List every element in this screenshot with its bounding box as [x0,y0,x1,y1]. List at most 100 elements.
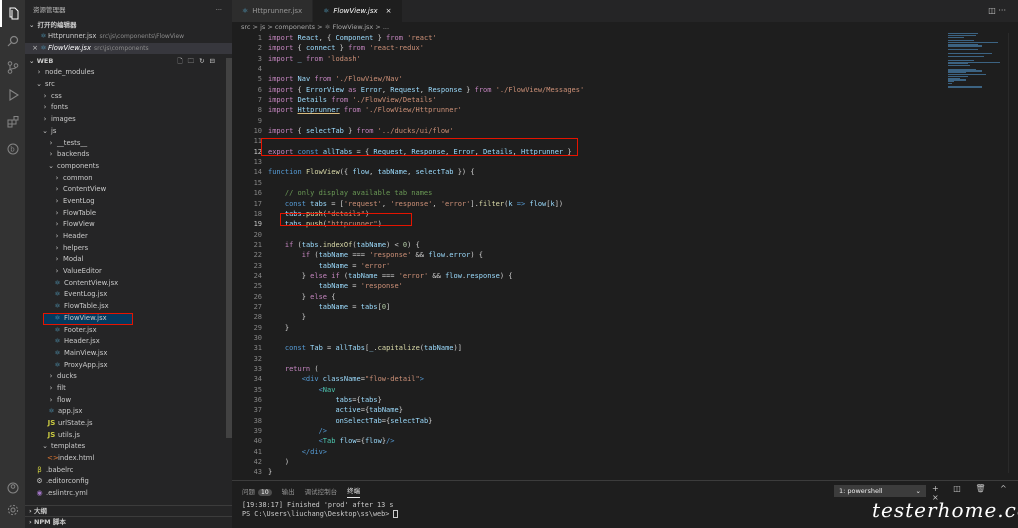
tree-file[interactable]: ◉ .eslintrc.yml [25,488,232,500]
open-editor-item[interactable]: ⚛ Httprunner.jsx src\js\components\FlowV… [25,31,232,43]
tab-terminal[interactable]: 终端 [347,485,361,498]
tree-folder[interactable]: › images [25,114,232,126]
minimap[interactable] [948,33,1004,88]
code-line[interactable]: 36 tabs={tabs} [232,395,932,405]
workspace-header[interactable]: ⌄ WEB 🗋🗀↻⊟ [25,56,232,67]
code-line[interactable]: 27 tabName = tabs[0] [232,302,932,312]
split-editor-icon[interactable]: ◫ ··· [988,0,1018,22]
code-editor[interactable]: 1 import React, { Component } from 'react… [232,33,932,498]
tree-folder[interactable]: ⌄ js [25,126,232,138]
code-line[interactable]: 43} [232,467,932,477]
code-line[interactable]: 35 <Nav [232,385,932,395]
workspace-actions[interactable]: 🗋🗀↻⊟ [177,56,220,67]
tab-debug-console[interactable]: 调试控制台 [305,486,338,496]
tree-folder[interactable]: › FlowView [25,219,232,231]
tree-folder[interactable]: › common [25,173,232,185]
tree-folder[interactable]: ⌄ templates [25,441,232,453]
code-line[interactable]: 1 import React, { Component } from 'react… [232,33,932,43]
code-line[interactable]: 14 function FlowView({ flow, tabName, sel… [232,167,932,177]
open-editor-item-active[interactable]: × ⚛ FlowView.jsx src\js\components [25,42,232,55]
code-line[interactable]: 21 if (tabs.indexOf(tabName) < 0) { [232,240,932,250]
tab-httprunner[interactable]: ⚛ Httprunner.jsx [232,0,314,22]
tree-file[interactable]: JS urlState.js [25,418,232,430]
tree-folder[interactable]: ⌄ src [25,79,232,91]
code-line[interactable]: 15 [232,178,932,188]
code-line[interactable]: 10 import { selectTab } from '../ducks/ui… [232,126,932,136]
code-line[interactable]: 28 } [232,312,932,322]
tree-file[interactable]: ⚛ app.jsx [25,406,232,418]
settings-gear-icon[interactable] [0,500,25,520]
code-line[interactable]: 40 <Tab flow={flow}/> [232,436,932,446]
outline-header[interactable]: › 大纲 [25,505,232,516]
code-line[interactable]: 26 } else { [232,292,932,302]
editor-scrollbar[interactable] [1008,33,1018,473]
code-line[interactable]: 33 return ( [232,364,932,374]
code-line[interactable]: 2 import { connect } from 'react-redux' [232,43,932,53]
code-line[interactable]: 8 import Httprunner from './FlowView/Http… [232,105,932,115]
tree-folder[interactable]: › ValueEditor [25,266,232,278]
tree-folder[interactable]: › fonts [25,102,232,114]
tree-file[interactable]: ⚛ Header.jsx [25,336,232,348]
tree-file[interactable]: β .babelrc [25,465,232,477]
code-line[interactable]: 7 import Details from './FlowView/Details… [232,95,932,105]
code-line[interactable]: 22 if (tabName === 'response' && flow.er… [232,250,932,260]
source-control-icon[interactable] [0,54,25,81]
tree-folder[interactable]: › filt [25,383,232,395]
code-line[interactable]: 3 import _ from 'lodash' [232,54,932,64]
breadcrumb[interactable]: src > js > components > ⚛ FlowView.jsx >… [232,22,1018,33]
code-line[interactable]: 38 onSelectTab={selectTab} [232,416,932,426]
code-line[interactable]: 17 const tabs = ['request', 'response', … [232,199,932,209]
tree-file[interactable]: ⚛ ContentView.jsx [25,278,232,290]
code-line[interactable]: 32 [232,354,932,364]
tree-folder[interactable]: › Modal [25,254,232,266]
tab-flowview[interactable]: ⚛ FlowView.jsx × [313,0,403,22]
tab-problems[interactable]: 问题 10 [242,486,272,496]
tree-file[interactable]: ⚛ FlowTable.jsx [25,301,232,313]
code-line[interactable]: 23 tabName = 'error' [232,261,932,271]
code-line[interactable]: 31 const Tab = allTabs[_.capitalize(tabN… [232,343,932,353]
code-line[interactable]: 39 /> [232,426,932,436]
tree-file[interactable]: ⚙ .editorconfig [25,476,232,488]
open-editors-header[interactable]: ⌄ 打开的编辑器 [25,20,232,31]
search-icon[interactable] [0,27,25,54]
code-line[interactable]: 42 ) [232,457,932,467]
code-line[interactable]: 24 } else if (tabName === 'error' && flo… [232,271,932,281]
tab-output[interactable]: 输出 [282,486,295,496]
tree-folder[interactable]: › backends [25,149,232,161]
run-debug-icon[interactable] [0,81,25,108]
tree-folder[interactable]: › helpers [25,243,232,255]
tree-folder[interactable]: › FlowTable [25,208,232,220]
tree-folder[interactable]: › EventLog [25,196,232,208]
tree-file[interactable]: ⚛ Footer.jsx [25,325,232,337]
tree-file[interactable]: ⚛ EventLog.jsx [25,289,232,301]
code-line[interactable]: 5 import Nav from './FlowView/Nav' [232,74,932,84]
code-line[interactable]: 25 tabName = 'response' [232,281,932,291]
tree-file[interactable]: ⚛ FlowView.jsx [43,312,133,325]
code-line[interactable]: 6 import { ErrorView as Error, Request, R… [232,85,932,95]
code-line[interactable]: 16 // only display available tab names [232,188,932,198]
explorer-icon[interactable] [0,0,25,27]
code-line[interactable]: 37 active={tabName} [232,405,932,415]
terminal-select[interactable]: 1: powershell ⌄ [834,485,926,497]
tree-folder[interactable]: › css [25,91,232,103]
account-icon[interactable] [0,478,25,498]
tree-folder[interactable]: › Header [25,231,232,243]
code-line[interactable]: 9 [232,116,932,126]
npm-scripts-header[interactable]: › NPM 脚本 [25,516,232,527]
close-icon[interactable]: × [31,43,39,55]
tree-file[interactable]: JS utils.js [25,430,232,442]
code-line[interactable]: 29 } [232,323,932,333]
tree-file[interactable]: ⚛ MainView.jsx [25,348,232,360]
code-line[interactable]: 30 [232,333,932,343]
code-line[interactable]: 41 </div> [232,447,932,457]
tree-folder[interactable]: › ducks [25,371,232,383]
tree-file[interactable]: <> index.html [25,453,232,465]
code-line[interactable]: 20 [232,230,932,240]
tree-folder[interactable]: › flow [25,395,232,407]
tree-file[interactable]: ⚛ ProxyApp.jsx [25,360,232,372]
remote-explorer-icon[interactable]: b [0,135,25,162]
tree-folder[interactable]: › ContentView [25,184,232,196]
more-actions-icon[interactable]: ··· [216,0,222,20]
tree-folder[interactable]: › __tests__ [25,138,232,150]
code-line[interactable]: 34 <div className="flow-detail"> [232,374,932,384]
